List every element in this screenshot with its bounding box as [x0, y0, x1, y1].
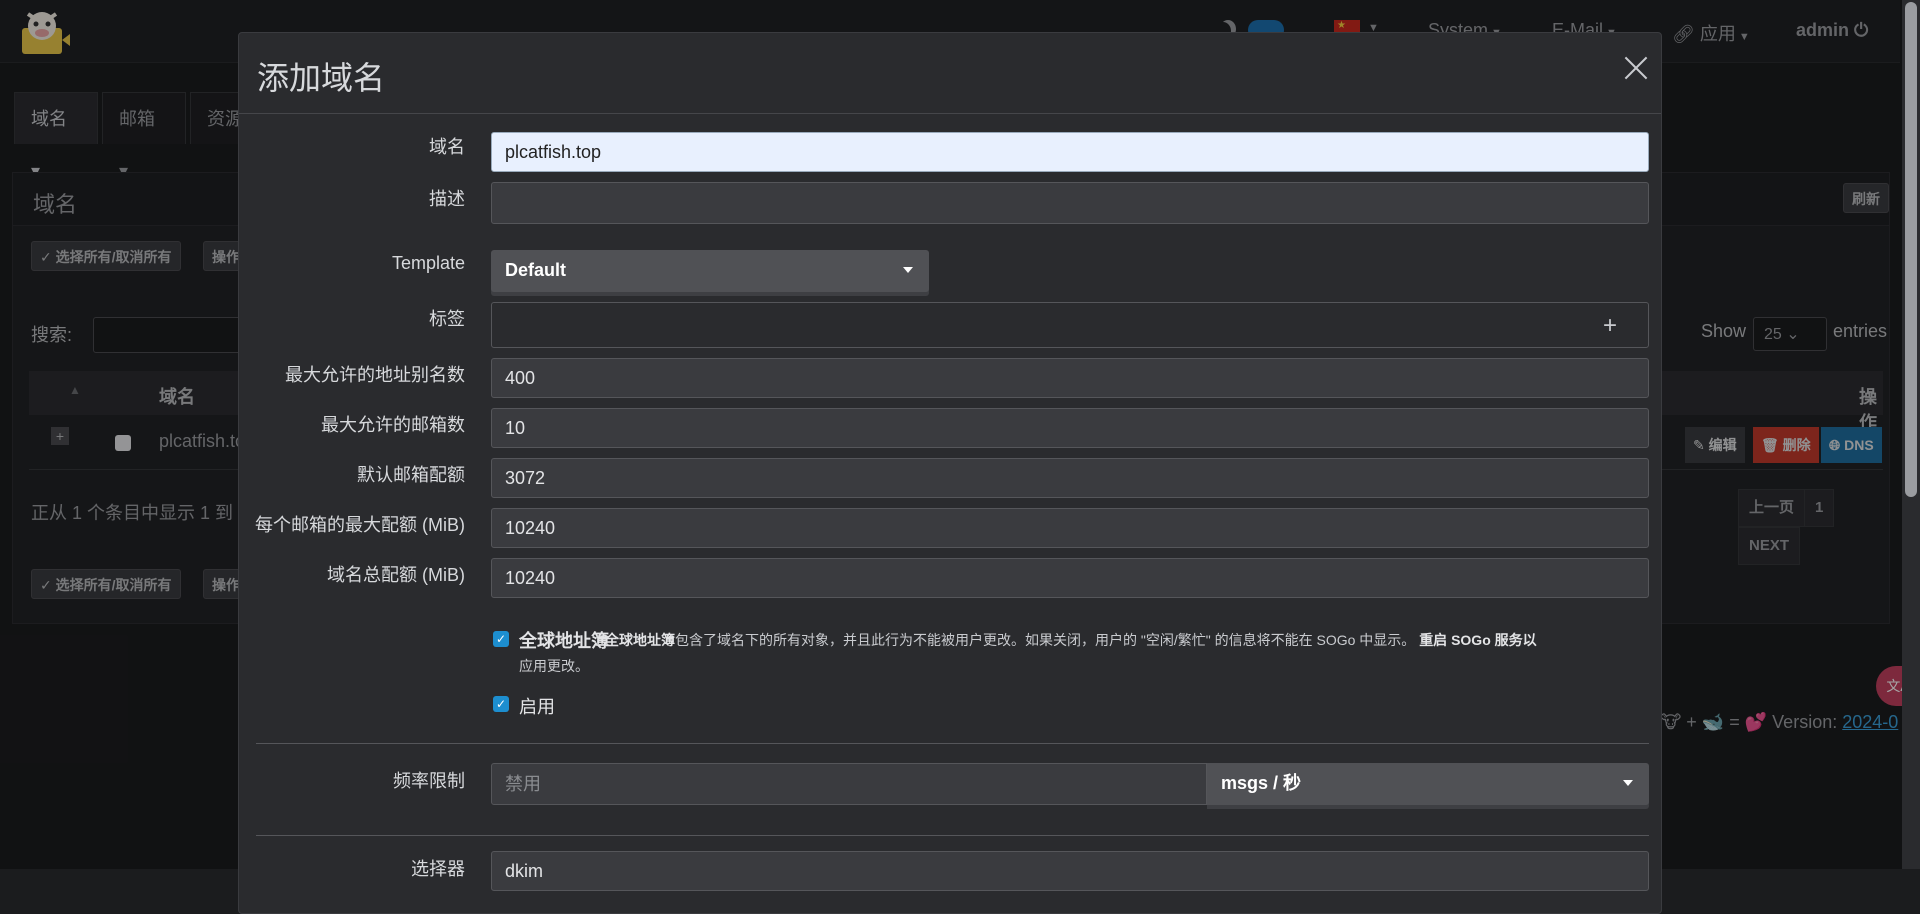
add-tag-icon[interactable]: + [1603, 312, 1617, 340]
max-aliases-input[interactable]: 400 [491, 358, 1649, 398]
selector-label: 选择器 [411, 859, 465, 879]
add-domain-modal: 添加域名 域名 plcatfish.top 描述 Template Defaul… [238, 32, 1662, 914]
modal-header: 添加域名 [239, 33, 1661, 114]
divider [256, 743, 1649, 744]
active-checkbox[interactable]: ✓ [493, 696, 509, 712]
max-quota-label: 每个邮箱的最大配额 (MiB) [255, 515, 465, 535]
max-quota-input[interactable]: 10240 [491, 508, 1649, 548]
max-aliases-label: 最大允许的地址别名数 [285, 365, 465, 385]
page-scrollbar[interactable] [1902, 0, 1920, 869]
description-input[interactable] [491, 182, 1649, 224]
description-label: 描述 [429, 189, 465, 209]
tags-input[interactable] [491, 302, 1649, 348]
selector-input[interactable]: dkim [491, 851, 1649, 891]
scrollbar-thumb[interactable] [1905, 2, 1917, 497]
max-mailboxes-input[interactable]: 10 [491, 408, 1649, 448]
chevron-down-icon [1623, 780, 1633, 786]
default-quota-input[interactable]: 3072 [491, 458, 1649, 498]
total-quota-label: 域名总配额 (MiB) [327, 565, 465, 585]
template-select[interactable]: Default [491, 250, 929, 292]
max-mailboxes-label: 最大允许的邮箱数 [321, 415, 465, 435]
gal-description: 全球地址簿包含了域名下的所有对象，并且此行为不能被用户更改。如果关闭，用户的 "… [519, 632, 1537, 674]
tags-label: 标签 [429, 309, 465, 329]
active-label[interactable]: 启用 [519, 693, 555, 719]
default-quota-label: 默认邮箱配额 [357, 465, 465, 485]
ratelimit-input[interactable]: 禁用 [491, 763, 1207, 805]
domain-input[interactable]: plcatfish.top [491, 132, 1649, 172]
divider [256, 835, 1649, 836]
ratelimit-unit-select[interactable]: msgs / 秒 [1207, 763, 1649, 805]
gal-checkbox[interactable]: ✓ [493, 631, 509, 647]
chevron-down-icon [903, 267, 913, 273]
modal-title: 添加域名 [257, 60, 386, 96]
total-quota-input[interactable]: 10240 [491, 558, 1649, 598]
ratelimit-label: 频率限制 [393, 771, 465, 791]
close-icon[interactable] [1621, 53, 1651, 83]
domain-label: 域名 [429, 137, 465, 157]
template-label: Template [391, 253, 465, 273]
